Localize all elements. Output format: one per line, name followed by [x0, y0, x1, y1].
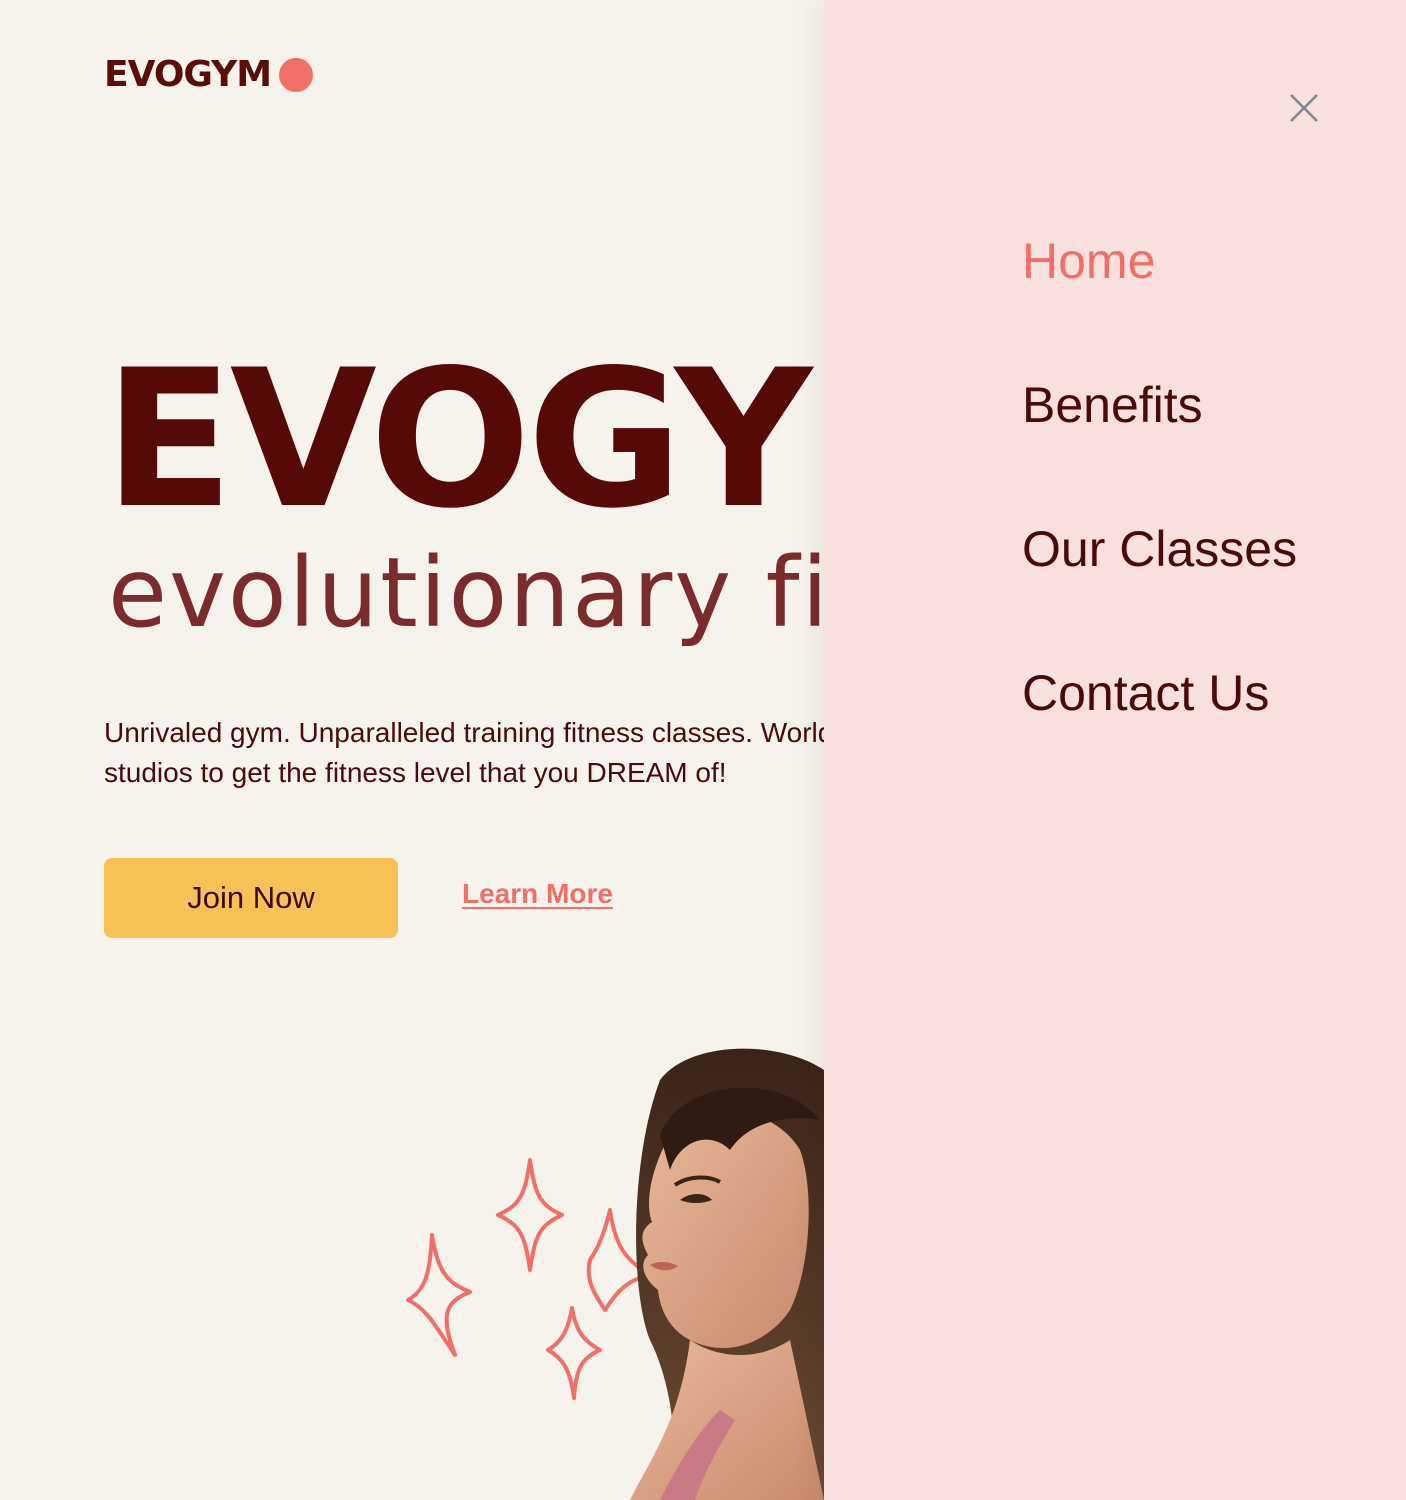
nav-item-our-classes[interactable]: Our Classes	[1022, 520, 1297, 578]
hero-woman-image	[630, 1048, 824, 1500]
learn-more-link[interactable]: Learn More	[462, 878, 613, 910]
sparkle-icon	[406, 1233, 472, 1357]
close-icon	[1290, 94, 1318, 122]
logo[interactable]: EVOGYM	[104, 54, 314, 95]
mobile-menu-drawer: Home Benefits Our Classes Contact Us	[824, 0, 1406, 1500]
drawer-nav: Home Benefits Our Classes Contact Us	[1022, 232, 1297, 808]
landing-page: EVOGYM EVOGYM evolutionary fitness Unriv…	[0, 0, 1406, 1500]
close-menu-button[interactable]	[1288, 92, 1320, 124]
circle-dot-icon	[279, 57, 314, 92]
nav-item-home[interactable]: Home	[1022, 232, 1297, 290]
join-now-button[interactable]: Join Now	[104, 858, 398, 938]
nav-item-contact-us[interactable]: Contact Us	[1022, 664, 1297, 722]
nav-item-benefits[interactable]: Benefits	[1022, 376, 1297, 434]
logo-text: EVOGYM	[104, 54, 272, 95]
